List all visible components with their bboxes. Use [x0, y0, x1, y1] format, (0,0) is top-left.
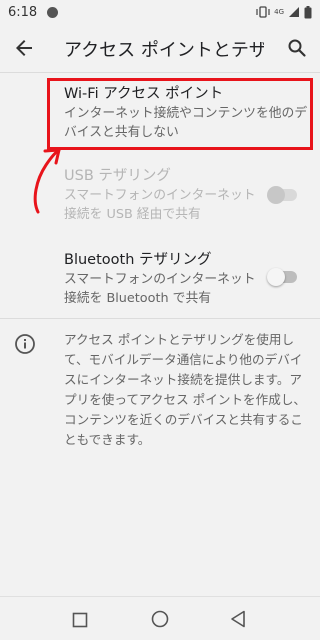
highlight-annotation-box	[47, 78, 313, 150]
bluetooth-tethering-title: Bluetooth テザリング	[64, 252, 212, 268]
status-bar: 6:18 4G	[0, 0, 320, 24]
notification-icon	[47, 6, 59, 18]
status-icons: 4G	[256, 5, 312, 19]
bluetooth-tethering-summary: スマートフォンのインターネット接続を Bluetooth で共有	[64, 272, 256, 306]
recents-icon[interactable]	[72, 612, 88, 628]
usb-tethering-title: USB テザリング	[64, 168, 171, 184]
usb-tethering-summary: スマートフォンのインターネット接続を USB 経由で共有	[64, 188, 256, 222]
network-type-label: 4G	[274, 8, 284, 16]
battery-icon	[304, 5, 312, 18]
page-title: アクセス ポイントとテザリング	[64, 40, 264, 61]
vibrate-icon	[256, 6, 270, 18]
system-navigation-bar	[0, 596, 320, 640]
signal-icon	[289, 7, 299, 17]
app-bar: アクセス ポイントとテザリング	[0, 24, 320, 72]
switch-thumb	[267, 268, 285, 286]
home-icon[interactable]	[151, 610, 169, 628]
usb-tethering-switch[interactable]	[267, 186, 297, 204]
info-icon	[15, 334, 35, 354]
status-time: 6:18	[8, 4, 38, 20]
search-icon[interactable]	[285, 36, 309, 60]
switch-thumb	[267, 186, 285, 204]
bluetooth-tethering-item[interactable]: Bluetooth テザリング スマートフォンのインターネット接続を Bluet…	[64, 250, 264, 308]
back-arrow-icon[interactable]	[12, 36, 36, 60]
section-divider	[0, 318, 320, 319]
bluetooth-tethering-switch[interactable]	[267, 268, 297, 286]
info-description: アクセス ポイントとテザリングを使用して、モバイルデータ通信により他のデバイスに…	[64, 332, 307, 447]
usb-tethering-item[interactable]: USB テザリング スマートフォンのインターネット接続を USB 経由で共有	[64, 166, 264, 224]
hand-drawn-arrow	[33, 148, 61, 214]
app-bar-divider	[0, 72, 320, 73]
nav-back-icon[interactable]	[230, 610, 246, 628]
